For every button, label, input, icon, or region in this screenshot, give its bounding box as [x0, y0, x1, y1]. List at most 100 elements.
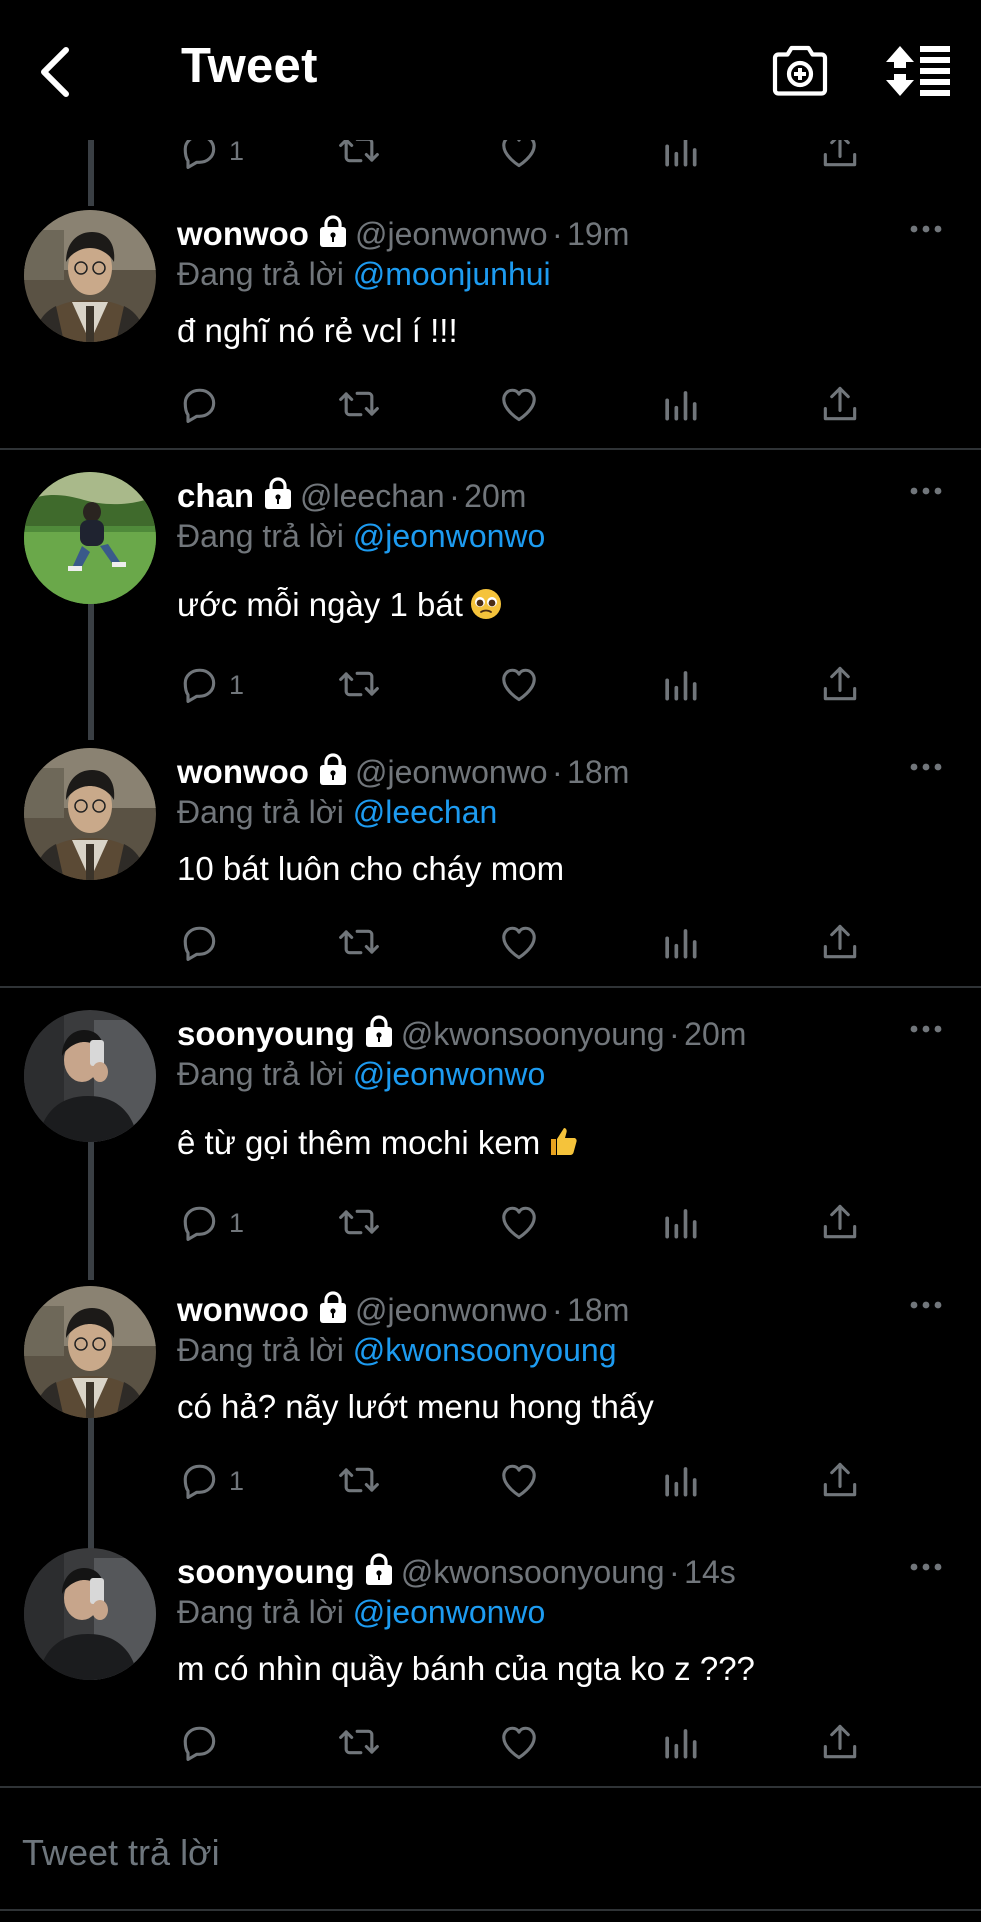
mention-link[interactable]: @jeonwonwo	[353, 518, 546, 554]
display-name[interactable]: wonwoo	[177, 753, 309, 790]
back-button[interactable]	[36, 42, 76, 102]
more-options-icon[interactable]	[906, 1552, 946, 1582]
like-button[interactable]	[497, 920, 541, 970]
reply-input[interactable]	[20, 1822, 944, 1884]
retweet-icon	[337, 920, 381, 964]
stats-button[interactable]	[658, 382, 702, 432]
share-button[interactable]	[818, 920, 862, 970]
timestamp: 20m	[684, 1016, 747, 1052]
camera-button[interactable]	[770, 42, 830, 100]
username[interactable]: @leechan	[300, 478, 445, 514]
separator: ·	[552, 754, 563, 790]
retweet-button[interactable]	[337, 1720, 381, 1770]
avatar[interactable]	[24, 472, 156, 604]
more-options-icon[interactable]	[906, 1014, 946, 1044]
retweet-button[interactable]	[337, 1200, 381, 1250]
heart-icon	[497, 1458, 541, 1502]
stats-button[interactable]	[658, 1458, 702, 1508]
mention-link[interactable]: @jeonwonwo	[353, 1594, 546, 1630]
mention-link[interactable]: @leechan	[353, 794, 498, 830]
retweet-button[interactable]	[337, 382, 381, 432]
mention-link[interactable]: @jeonwonwo	[353, 1056, 546, 1092]
more-options-icon[interactable]	[906, 476, 946, 506]
retweet-button[interactable]	[337, 1458, 381, 1508]
reply-button[interactable]: 1	[177, 662, 244, 712]
replying-to-label: Đang trả lời	[177, 256, 344, 292]
username[interactable]: @jeonwonwo	[355, 216, 548, 252]
share-button[interactable]	[818, 1200, 862, 1250]
reply-icon	[177, 1720, 221, 1764]
like-button[interactable]	[497, 382, 541, 432]
share-button[interactable]	[818, 662, 862, 712]
retweet-button[interactable]	[337, 662, 381, 712]
display-name[interactable]: wonwoo	[177, 1291, 309, 1328]
username[interactable]: @kwonsoonyoung	[401, 1554, 665, 1590]
share-icon	[818, 662, 862, 706]
username[interactable]: @jeonwonwo	[355, 1292, 548, 1328]
lock-icon	[363, 1552, 395, 1586]
stats-button[interactable]	[658, 1720, 702, 1770]
display-name[interactable]: chan	[177, 477, 254, 514]
timestamp: 18m	[567, 754, 630, 790]
divider	[0, 448, 981, 450]
tweet[interactable]: chan @leechan · 20m Đang trả lời @jeonwon…	[0, 476, 981, 738]
reply-button[interactable]: 1	[177, 1458, 244, 1508]
tweet[interactable]: wonwoo @jeonwonwo · 18m Đang trả lời @kwo…	[0, 1290, 981, 1552]
stats-button[interactable]	[658, 662, 702, 712]
pleading-face-emoji	[469, 587, 503, 621]
like-button[interactable]	[497, 1458, 541, 1508]
retweet-icon	[337, 382, 381, 426]
replying-to-label: Đang trả lời	[177, 1056, 344, 1092]
like-button[interactable]	[497, 1200, 541, 1250]
lock-icon	[262, 476, 294, 510]
timestamp: 14s	[684, 1554, 736, 1590]
mention-link[interactable]: @kwonsoonyoung	[353, 1332, 617, 1368]
more-options-icon[interactable]	[906, 752, 946, 782]
retweet-icon	[337, 662, 381, 706]
tweet[interactable]: soonyoung @kwonsoonyoung · 20m Đang trả l…	[0, 1014, 981, 1276]
retweet-button[interactable]	[337, 920, 381, 970]
share-button[interactable]	[818, 382, 862, 432]
tweet-actions	[177, 920, 877, 970]
avatar[interactable]	[24, 748, 156, 880]
share-icon	[818, 1458, 862, 1502]
divider	[0, 986, 981, 988]
display-name[interactable]: wonwoo	[177, 215, 309, 252]
sort-replies-button[interactable]	[886, 44, 952, 98]
more-options-icon[interactable]	[906, 214, 946, 244]
thumbs-up-emoji	[546, 1125, 580, 1159]
reply-count: 1	[229, 1466, 245, 1496]
display-name[interactable]: soonyoung	[177, 1015, 355, 1052]
heart-icon	[497, 1200, 541, 1244]
tweet-text: có hả? nãy lướt menu hong thấy	[177, 1388, 654, 1425]
display-name[interactable]: soonyoung	[177, 1553, 355, 1590]
tweet[interactable]: wonwoo @jeonwonwo · 18m Đang trả lời @lee…	[0, 752, 981, 1014]
like-button[interactable]	[497, 1720, 541, 1770]
avatar[interactable]	[24, 1010, 156, 1142]
reply-button[interactable]	[177, 1720, 221, 1770]
mention-link[interactable]: @moonjunhui	[353, 256, 551, 292]
like-button[interactable]	[497, 662, 541, 712]
stats-button[interactable]	[658, 1200, 702, 1250]
avatar[interactable]	[24, 1286, 156, 1418]
share-button[interactable]	[818, 1458, 862, 1508]
share-button[interactable]	[818, 1720, 862, 1770]
replying-to-label: Đang trả lời	[177, 1332, 344, 1368]
username[interactable]: @kwonsoonyoung	[401, 1016, 665, 1052]
tweet-actions: 1	[177, 662, 877, 712]
reply-button[interactable]: 1	[177, 1200, 244, 1250]
lock-icon	[317, 752, 349, 786]
avatar[interactable]	[24, 210, 156, 342]
avatar[interactable]	[24, 1548, 156, 1680]
reply-button[interactable]	[177, 382, 221, 432]
username[interactable]: @jeonwonwo	[355, 754, 548, 790]
tweet-text: ê từ gọi thêm mochi kem	[177, 1124, 541, 1161]
more-options-icon[interactable]	[906, 1290, 946, 1320]
camera-add-icon	[772, 45, 828, 96]
tweet[interactable]: wonwoo @jeonwonwo · 19m Đang trả lời @moo…	[0, 214, 981, 476]
reply-button[interactable]	[177, 920, 221, 970]
tweet[interactable]: soonyoung @kwonsoonyoung · 14s Đang trả l…	[0, 1552, 981, 1814]
lock-icon	[363, 1014, 395, 1048]
timestamp: 19m	[567, 216, 630, 252]
stats-button[interactable]	[658, 920, 702, 970]
